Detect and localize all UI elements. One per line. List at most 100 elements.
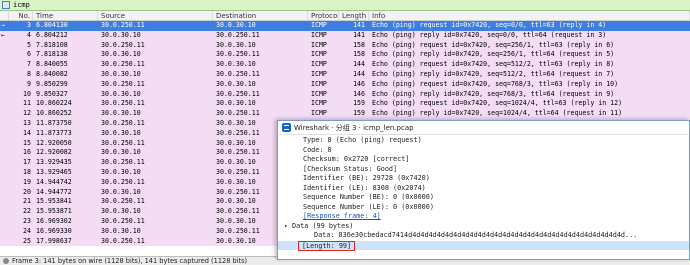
col-destination[interactable]: Destination xyxy=(213,11,308,20)
cell-time: 11.873773 xyxy=(36,128,72,137)
cell-destination: 30.0.250.11 xyxy=(216,50,260,59)
cell-destination: 30.0.30.10 xyxy=(216,79,256,88)
window-title-bar[interactable]: Wireshark · 分组 3 · icmp_len.pcap xyxy=(278,121,689,135)
cell-time: 14.944772 xyxy=(36,187,72,196)
cell-source: 30.0.30.10 xyxy=(101,30,141,39)
cell-protocol: ICMP xyxy=(311,40,327,49)
table-row[interactable]: 6 7.818138 30.0.30.10 30.0.250.11 ICMP 158 Ech… xyxy=(0,50,690,61)
table-row[interactable]: 11 10.860224 30.0.250.11 30.0.30.10 ICMP 159 E… xyxy=(0,99,690,110)
col-info[interactable]: Info xyxy=(369,11,690,20)
field-identifier-le[interactable]: Identifier (LE): 8308 (0x2074) xyxy=(278,184,689,194)
table-row[interactable]: 10 9.850327 30.0.30.10 30.0.250.11 ICMP 146 Ec… xyxy=(0,89,690,100)
data-node-label: Data (99 bytes) xyxy=(292,221,354,230)
cell-time: 14.944742 xyxy=(36,177,72,186)
field-response-frame[interactable]: [Response frame: 4] xyxy=(278,212,689,222)
field-type[interactable]: Type: 8 (Echo (ping) request) xyxy=(278,136,689,146)
chevron-down-icon[interactable]: ▾ xyxy=(284,222,292,232)
cell-source: 30.0.250.11 xyxy=(101,216,145,225)
cell-no: 17 xyxy=(23,158,31,167)
cell-source: 30.0.30.10 xyxy=(101,109,141,118)
cell-time: 7.818138 xyxy=(36,50,68,59)
field-sequence-le[interactable]: Sequence Number (LE): 0 (0x0000) xyxy=(278,203,689,213)
col-length[interactable]: Length xyxy=(339,11,369,20)
cell-length: 146 xyxy=(353,79,365,88)
table-row[interactable]: 8 8.840082 30.0.30.10 30.0.250.11 ICMP 144 Ech… xyxy=(0,69,690,80)
row-arrow-icon xyxy=(0,99,9,109)
cell-length: 159 xyxy=(353,99,365,108)
field-checksum[interactable]: Checksum: 0x2720 [correct] xyxy=(278,155,689,165)
row-arrow-icon xyxy=(0,148,9,158)
cell-no: 12 xyxy=(23,109,31,118)
table-row[interactable]: 9 9.850299 30.0.250.11 30.0.30.10 ICMP 146 Ech… xyxy=(0,79,690,90)
packet-details-tree[interactable]: Type: 8 (Echo (ping) request) Code: 0 Ch… xyxy=(278,136,689,260)
col-time[interactable]: Time xyxy=(33,11,98,20)
cell-info: Echo (ping) request id=0x7420, seq=1024/… xyxy=(372,99,623,108)
cell-protocol: ICMP xyxy=(311,21,327,29)
table-row[interactable]: → 3 6.804130 30.0.250.11 30.0.30.10 ICMP 141 Ec… xyxy=(0,21,690,31)
cell-length: 141 xyxy=(353,30,365,39)
table-row[interactable]: ← 4 6.804212 30.0.30.10 30.0.250.11 ICMP 141 Ec… xyxy=(0,30,690,41)
cell-destination: 30.0.30.10 xyxy=(216,60,256,69)
row-arrow-icon xyxy=(0,70,9,80)
cell-destination: 30.0.250.11 xyxy=(216,69,260,78)
col-protocol[interactable]: Protocol xyxy=(308,11,339,20)
row-arrow-icon xyxy=(0,188,9,198)
cell-source: 30.0.250.11 xyxy=(101,177,145,186)
cell-no: 22 xyxy=(23,207,31,216)
field-length[interactable]: [Length: 99] xyxy=(298,240,356,251)
table-row[interactable]: 12 10.860252 30.0.30.10 30.0.250.11 ICMP 159 E… xyxy=(0,109,690,119)
cell-source: 30.0.250.11 xyxy=(101,118,145,127)
field-code[interactable]: Code: 0 xyxy=(278,146,689,156)
cell-time: 9.850327 xyxy=(36,89,68,98)
cell-no: 14 xyxy=(23,128,31,137)
filter-input[interactable]: icmp xyxy=(13,1,30,9)
cell-no: 19 xyxy=(23,177,31,186)
cell-protocol: ICMP xyxy=(311,50,327,59)
table-row[interactable]: 5 7.818108 30.0.250.11 30.0.30.10 ICMP 158 Ech… xyxy=(0,40,690,51)
field-length-row[interactable]: [Length: 99] xyxy=(278,240,689,251)
wireshark-icon xyxy=(282,123,291,132)
cell-source: 30.0.250.11 xyxy=(101,99,145,108)
cell-time: 8.840055 xyxy=(36,60,68,69)
cell-info: Echo (ping) request id=0x7420, seq=0/0, … xyxy=(372,21,607,29)
cell-source: 30.0.250.11 xyxy=(101,40,145,49)
row-arrow-icon xyxy=(0,60,9,70)
cell-source: 30.0.30.10 xyxy=(101,50,141,59)
cell-protocol: ICMP xyxy=(311,89,327,98)
cell-no: 3 xyxy=(27,21,31,29)
field-checksum-status[interactable]: [Checksum Status: Good] xyxy=(278,165,689,175)
cell-no: 21 xyxy=(23,197,31,206)
cell-info: Echo (ping) reply id=0x7420, seq=768/3, … xyxy=(372,89,615,98)
cell-time: 12.920050 xyxy=(36,138,72,147)
row-arrow-icon xyxy=(0,207,9,217)
col-source[interactable]: Source xyxy=(98,11,213,20)
cell-time: 8.840082 xyxy=(36,69,68,78)
response-frame-link[interactable]: [Response frame: 4] xyxy=(303,212,381,220)
field-sequence-be[interactable]: Sequence Number (BE): 0 (0x0000) xyxy=(278,193,689,203)
field-data-hex[interactable]: Data: 836e30cbedacd7414d4d4d4d4d4d4d4d4d… xyxy=(278,231,689,241)
row-arrow-icon xyxy=(0,178,9,188)
tree-node-data[interactable]: ▾ Data (99 bytes) xyxy=(278,222,689,232)
cell-source: 30.0.250.11 xyxy=(101,158,145,167)
status-text: Frame 3: 141 bytes on wire (1128 bits), … xyxy=(12,257,248,265)
cell-source: 30.0.250.11 xyxy=(101,21,145,29)
cell-length: 144 xyxy=(353,69,365,78)
cell-source: 30.0.30.10 xyxy=(101,207,141,216)
row-arrow-icon xyxy=(0,217,9,227)
bookmark-icon[interactable] xyxy=(2,1,10,9)
window-title: Wireshark · 分组 3 · icmp_len.pcap xyxy=(294,123,414,132)
field-identifier-be[interactable]: Identifier (BE): 29728 (0x7420) xyxy=(278,174,689,184)
display-filter-bar[interactable]: icmp xyxy=(0,0,690,11)
col-no[interactable]: No. xyxy=(9,11,33,20)
cell-info: Echo (ping) reply id=0x7420, seq=1024/4,… xyxy=(372,109,623,118)
cell-no: 9 xyxy=(27,79,31,88)
cell-source: 30.0.250.11 xyxy=(101,138,145,147)
cell-source: 30.0.30.10 xyxy=(101,226,141,235)
cell-source: 30.0.30.10 xyxy=(101,128,141,137)
cell-time: 17.998637 xyxy=(36,236,72,245)
cell-protocol: ICMP xyxy=(311,69,327,78)
table-row[interactable]: 7 8.840055 30.0.250.11 30.0.30.10 ICMP 144 Ech… xyxy=(0,60,690,70)
packet-detail-window[interactable]: Wireshark · 分组 3 · icmp_len.pcap Type: 8… xyxy=(277,120,690,260)
cell-no: 24 xyxy=(23,226,31,235)
cell-time: 15.953841 xyxy=(36,197,72,206)
